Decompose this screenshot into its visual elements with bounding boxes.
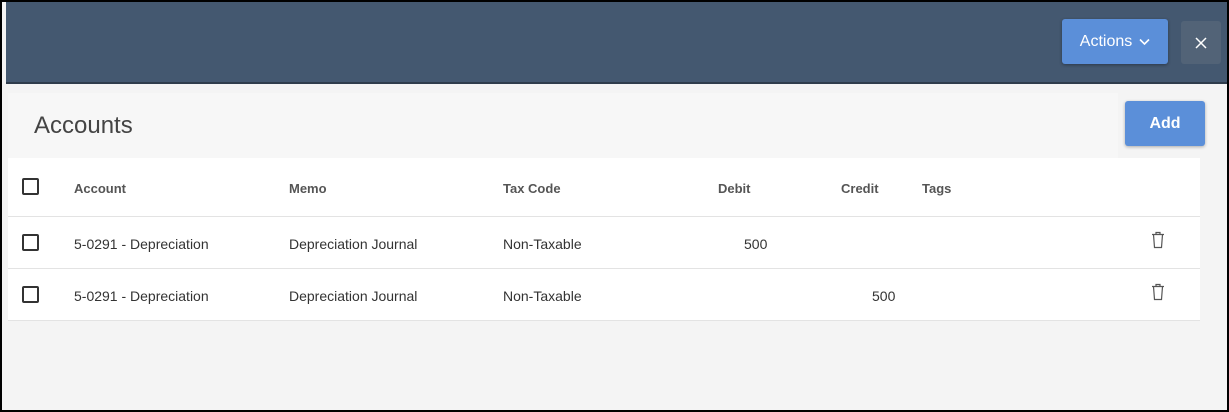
column-header-memo[interactable]: Memo bbox=[289, 181, 327, 196]
row-checkbox[interactable] bbox=[22, 286, 39, 303]
memo-cell[interactable]: Depreciation Journal bbox=[289, 236, 417, 252]
actions-label: Actions bbox=[1079, 32, 1133, 50]
top-bar: Actions bbox=[6, 2, 1227, 84]
add-button[interactable]: Add bbox=[1125, 101, 1205, 146]
credit-cell[interactable]: 500 bbox=[872, 288, 895, 304]
panel-header: Accounts bbox=[8, 93, 1118, 158]
tax-code-cell[interactable]: Non-Taxable bbox=[503, 236, 582, 252]
column-header-credit[interactable]: Credit bbox=[841, 181, 879, 196]
close-button[interactable] bbox=[1181, 21, 1221, 64]
chevron-down-icon bbox=[1139, 38, 1150, 45]
actions-button[interactable]: Actions bbox=[1062, 19, 1168, 64]
close-icon bbox=[1195, 36, 1207, 49]
account-cell[interactable]: 5-0291 - Depreciation bbox=[74, 236, 209, 252]
select-all-checkbox[interactable] bbox=[22, 178, 39, 195]
debit-cell[interactable]: 500 bbox=[744, 236, 767, 252]
page-title: Accounts bbox=[34, 112, 133, 139]
column-header-account[interactable]: Account bbox=[74, 181, 126, 196]
memo-cell[interactable]: Depreciation Journal bbox=[289, 288, 417, 304]
account-cell[interactable]: 5-0291 - Depreciation bbox=[74, 288, 209, 304]
table-row[interactable]: 5-0291 - Depreciation Depreciation Journ… bbox=[8, 269, 1200, 321]
tax-code-cell[interactable]: Non-Taxable bbox=[503, 288, 582, 304]
table-header-row: Account Memo Tax Code Debit Credit Tags bbox=[8, 158, 1200, 217]
trash-icon[interactable] bbox=[1150, 231, 1166, 249]
column-header-debit[interactable]: Debit bbox=[718, 181, 751, 196]
column-header-tax-code[interactable]: Tax Code bbox=[503, 181, 561, 196]
column-header-tags[interactable]: Tags bbox=[922, 181, 951, 196]
trash-icon[interactable] bbox=[1150, 283, 1166, 301]
accounts-table: Account Memo Tax Code Debit Credit Tags … bbox=[8, 158, 1200, 321]
table-row[interactable]: 5-0291 - Depreciation Depreciation Journ… bbox=[8, 217, 1200, 269]
journal-window: Actions Accounts Add Account Memo Tax Co… bbox=[0, 0, 1229, 412]
row-checkbox[interactable] bbox=[22, 234, 39, 251]
